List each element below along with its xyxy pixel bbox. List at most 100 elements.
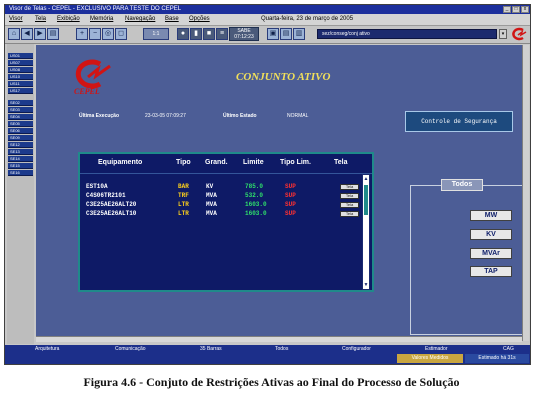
cell-limite: 1603.0 xyxy=(245,201,267,208)
window-a-icon[interactable]: ▣ xyxy=(267,28,279,40)
scroll-up-icon[interactable]: ▲ xyxy=(363,175,369,183)
stop-icon[interactable]: ■ xyxy=(203,28,215,40)
nav-estimador[interactable]: Estimador xyxy=(425,345,448,353)
scroll-thumb[interactable] xyxy=(364,185,368,215)
sidebar: US01 US07 US08 US10 US11 US17 SE02 SE03 … xyxy=(7,44,34,344)
sidebar-item[interactable]: SE02 xyxy=(8,100,33,106)
sidebar-item[interactable]: SE09 xyxy=(8,135,33,141)
toolbar: ⌂ ◀ ▶ ▤ + − ◎ ◻ 1:1 ● ▮ ■ ≡ SABE 07:12:2… xyxy=(5,26,530,44)
sidebar-item[interactable]: SE14 xyxy=(8,156,33,162)
sidebar-item[interactable]: US17 xyxy=(8,88,33,94)
pause-icon[interactable]: ▮ xyxy=(190,28,202,40)
cell-limite: 1603.0 xyxy=(245,210,267,217)
menu-exibicao[interactable]: Exibição xyxy=(57,14,80,25)
bottom-nav-bar: Arquitetura Comunicação 35 Barras Todos … xyxy=(5,345,530,353)
table-scrollbar[interactable]: ▲ ▼ xyxy=(362,174,370,290)
close-button[interactable]: x xyxy=(521,6,529,13)
cepel-logo xyxy=(75,59,111,89)
menu-visor[interactable]: Visor xyxy=(9,14,23,25)
cepel-wordmark: CEPEL xyxy=(74,87,100,96)
current-datetime: Quarta-feira, 23 de março de 2005 xyxy=(261,16,354,22)
tap-button[interactable]: TAP xyxy=(470,266,512,277)
sidebar-item[interactable]: SE16 xyxy=(8,170,33,176)
security-control-button[interactable]: Controle de Segurança xyxy=(405,111,513,132)
cell-limite: 532.0 xyxy=(245,192,264,199)
nav-configurador[interactable]: Configurador xyxy=(342,345,371,353)
sidebar-item[interactable]: US08 xyxy=(8,67,33,73)
cell-limite: 785.0 xyxy=(245,183,264,190)
last-state-label: Último Estado xyxy=(223,113,257,119)
valores-medidos-status[interactable]: Valores Medidos xyxy=(397,354,463,363)
window-c-icon[interactable]: ▥ xyxy=(293,28,305,40)
last-state-value: NORMAL xyxy=(287,113,309,119)
tela-button[interactable]: Tela xyxy=(340,202,359,208)
minimize-button[interactable]: _ xyxy=(503,6,511,13)
col-tela: Tela xyxy=(334,159,348,166)
cell-grand: MVA xyxy=(206,201,217,208)
sidebar-item[interactable]: SE15 xyxy=(8,163,33,169)
sidebar-item[interactable]: SE04 xyxy=(8,114,33,120)
zoom-in-icon[interactable]: + xyxy=(76,28,88,40)
mw-button[interactable]: MW xyxy=(470,210,512,221)
menu-opcoes[interactable]: Opções xyxy=(189,14,210,25)
mvar-button[interactable]: MVAr xyxy=(470,248,512,259)
menu-bar: Visor Tela Exibição Memória Navegação Ba… xyxy=(5,14,530,26)
nav-arquitetura[interactable]: Arquitetura xyxy=(35,345,59,353)
sidebar-item[interactable]: US10 xyxy=(8,74,33,80)
sabe-time: 07:12:23 xyxy=(234,34,254,40)
menu-base[interactable]: Base xyxy=(165,14,179,25)
table-header: Equipamento Tipo Grand. Limite Tipo Lim.… xyxy=(80,154,372,174)
forward-icon[interactable]: ▶ xyxy=(34,28,46,40)
title-bar: Visor de Telas - CEPEL - EXCLUSIVO PARA … xyxy=(5,5,530,14)
table-row: C3E25AE26ALT10 LTR MVA 1603.0 SUP Tela xyxy=(80,210,372,218)
horizontal-scrollbar[interactable] xyxy=(36,336,522,342)
zoom-fit-icon[interactable]: ◎ xyxy=(102,28,114,40)
sidebar-item[interactable]: SE06 xyxy=(8,128,33,134)
tela-button[interactable]: Tela xyxy=(340,193,359,199)
cell-tipo: TRF xyxy=(178,192,189,199)
vertical-scrollbar[interactable] xyxy=(522,45,529,341)
kv-button[interactable]: KV xyxy=(470,229,512,240)
tela-button[interactable]: Tela xyxy=(340,211,359,217)
chevron-down-icon[interactable]: ▾ xyxy=(499,29,507,39)
zoom-out-icon[interactable]: − xyxy=(89,28,101,40)
sidebar-item[interactable]: SE05 xyxy=(8,121,33,127)
window-b-icon[interactable]: ▤ xyxy=(280,28,292,40)
print-icon[interactable]: ▤ xyxy=(47,28,59,40)
col-tipo: Tipo xyxy=(176,159,191,166)
menu-tela[interactable]: Tela xyxy=(35,14,46,25)
main-panel: CEPEL CONJUNTO ATIVO Última Execução 23-… xyxy=(36,45,524,336)
sidebar-item[interactable]: SE03 xyxy=(8,107,33,113)
col-equipamento: Equipamento xyxy=(98,159,143,166)
menu-navegacao[interactable]: Navegação xyxy=(125,14,155,25)
cell-tipo-lim: SUP xyxy=(285,201,296,208)
sidebar-item[interactable]: US01 xyxy=(8,53,33,59)
tela-button[interactable]: Tela xyxy=(340,184,359,190)
table-row: EST10A BAR KV 785.0 SUP Tela xyxy=(80,183,372,191)
menu-memoria[interactable]: Memória xyxy=(90,14,113,25)
col-limite: Limite xyxy=(243,159,264,166)
last-exec-label: Última Execução xyxy=(79,113,120,119)
sidebar-item[interactable]: US11 xyxy=(8,81,33,87)
home-icon[interactable]: ⌂ xyxy=(8,28,20,40)
sidebar-item[interactable]: US07 xyxy=(8,60,33,66)
maximize-button[interactable]: □ xyxy=(512,6,520,13)
nav-todos[interactable]: Todos xyxy=(275,345,288,353)
col-tipo-lim: Tipo Lim. xyxy=(280,159,311,166)
nav-35-barras[interactable]: 35 Barras xyxy=(200,345,222,353)
cell-tipo-lim: SUP xyxy=(285,210,296,217)
nav-cag[interactable]: CAG xyxy=(503,345,514,353)
zoom-level[interactable]: 1:1 xyxy=(143,28,169,40)
sidebar-item[interactable]: SE13 xyxy=(8,149,33,155)
todos-group: Todos MW KV MVAr TAP xyxy=(410,179,524,335)
cell-grand: MVA xyxy=(206,192,217,199)
zoom-area-icon[interactable]: ◻ xyxy=(115,28,127,40)
restrictions-table: Equipamento Tipo Grand. Limite Tipo Lim.… xyxy=(78,152,374,292)
sidebar-item[interactable]: SE12 xyxy=(8,142,33,148)
record-icon[interactable]: ● xyxy=(177,28,189,40)
scroll-down-icon[interactable]: ▼ xyxy=(363,281,369,289)
list-icon[interactable]: ≡ xyxy=(216,28,228,40)
back-icon[interactable]: ◀ xyxy=(21,28,33,40)
screen-path-field[interactable]: sez/conseg/conj ativo xyxy=(317,29,497,39)
nav-comunicacao[interactable]: Comunicação xyxy=(115,345,146,353)
